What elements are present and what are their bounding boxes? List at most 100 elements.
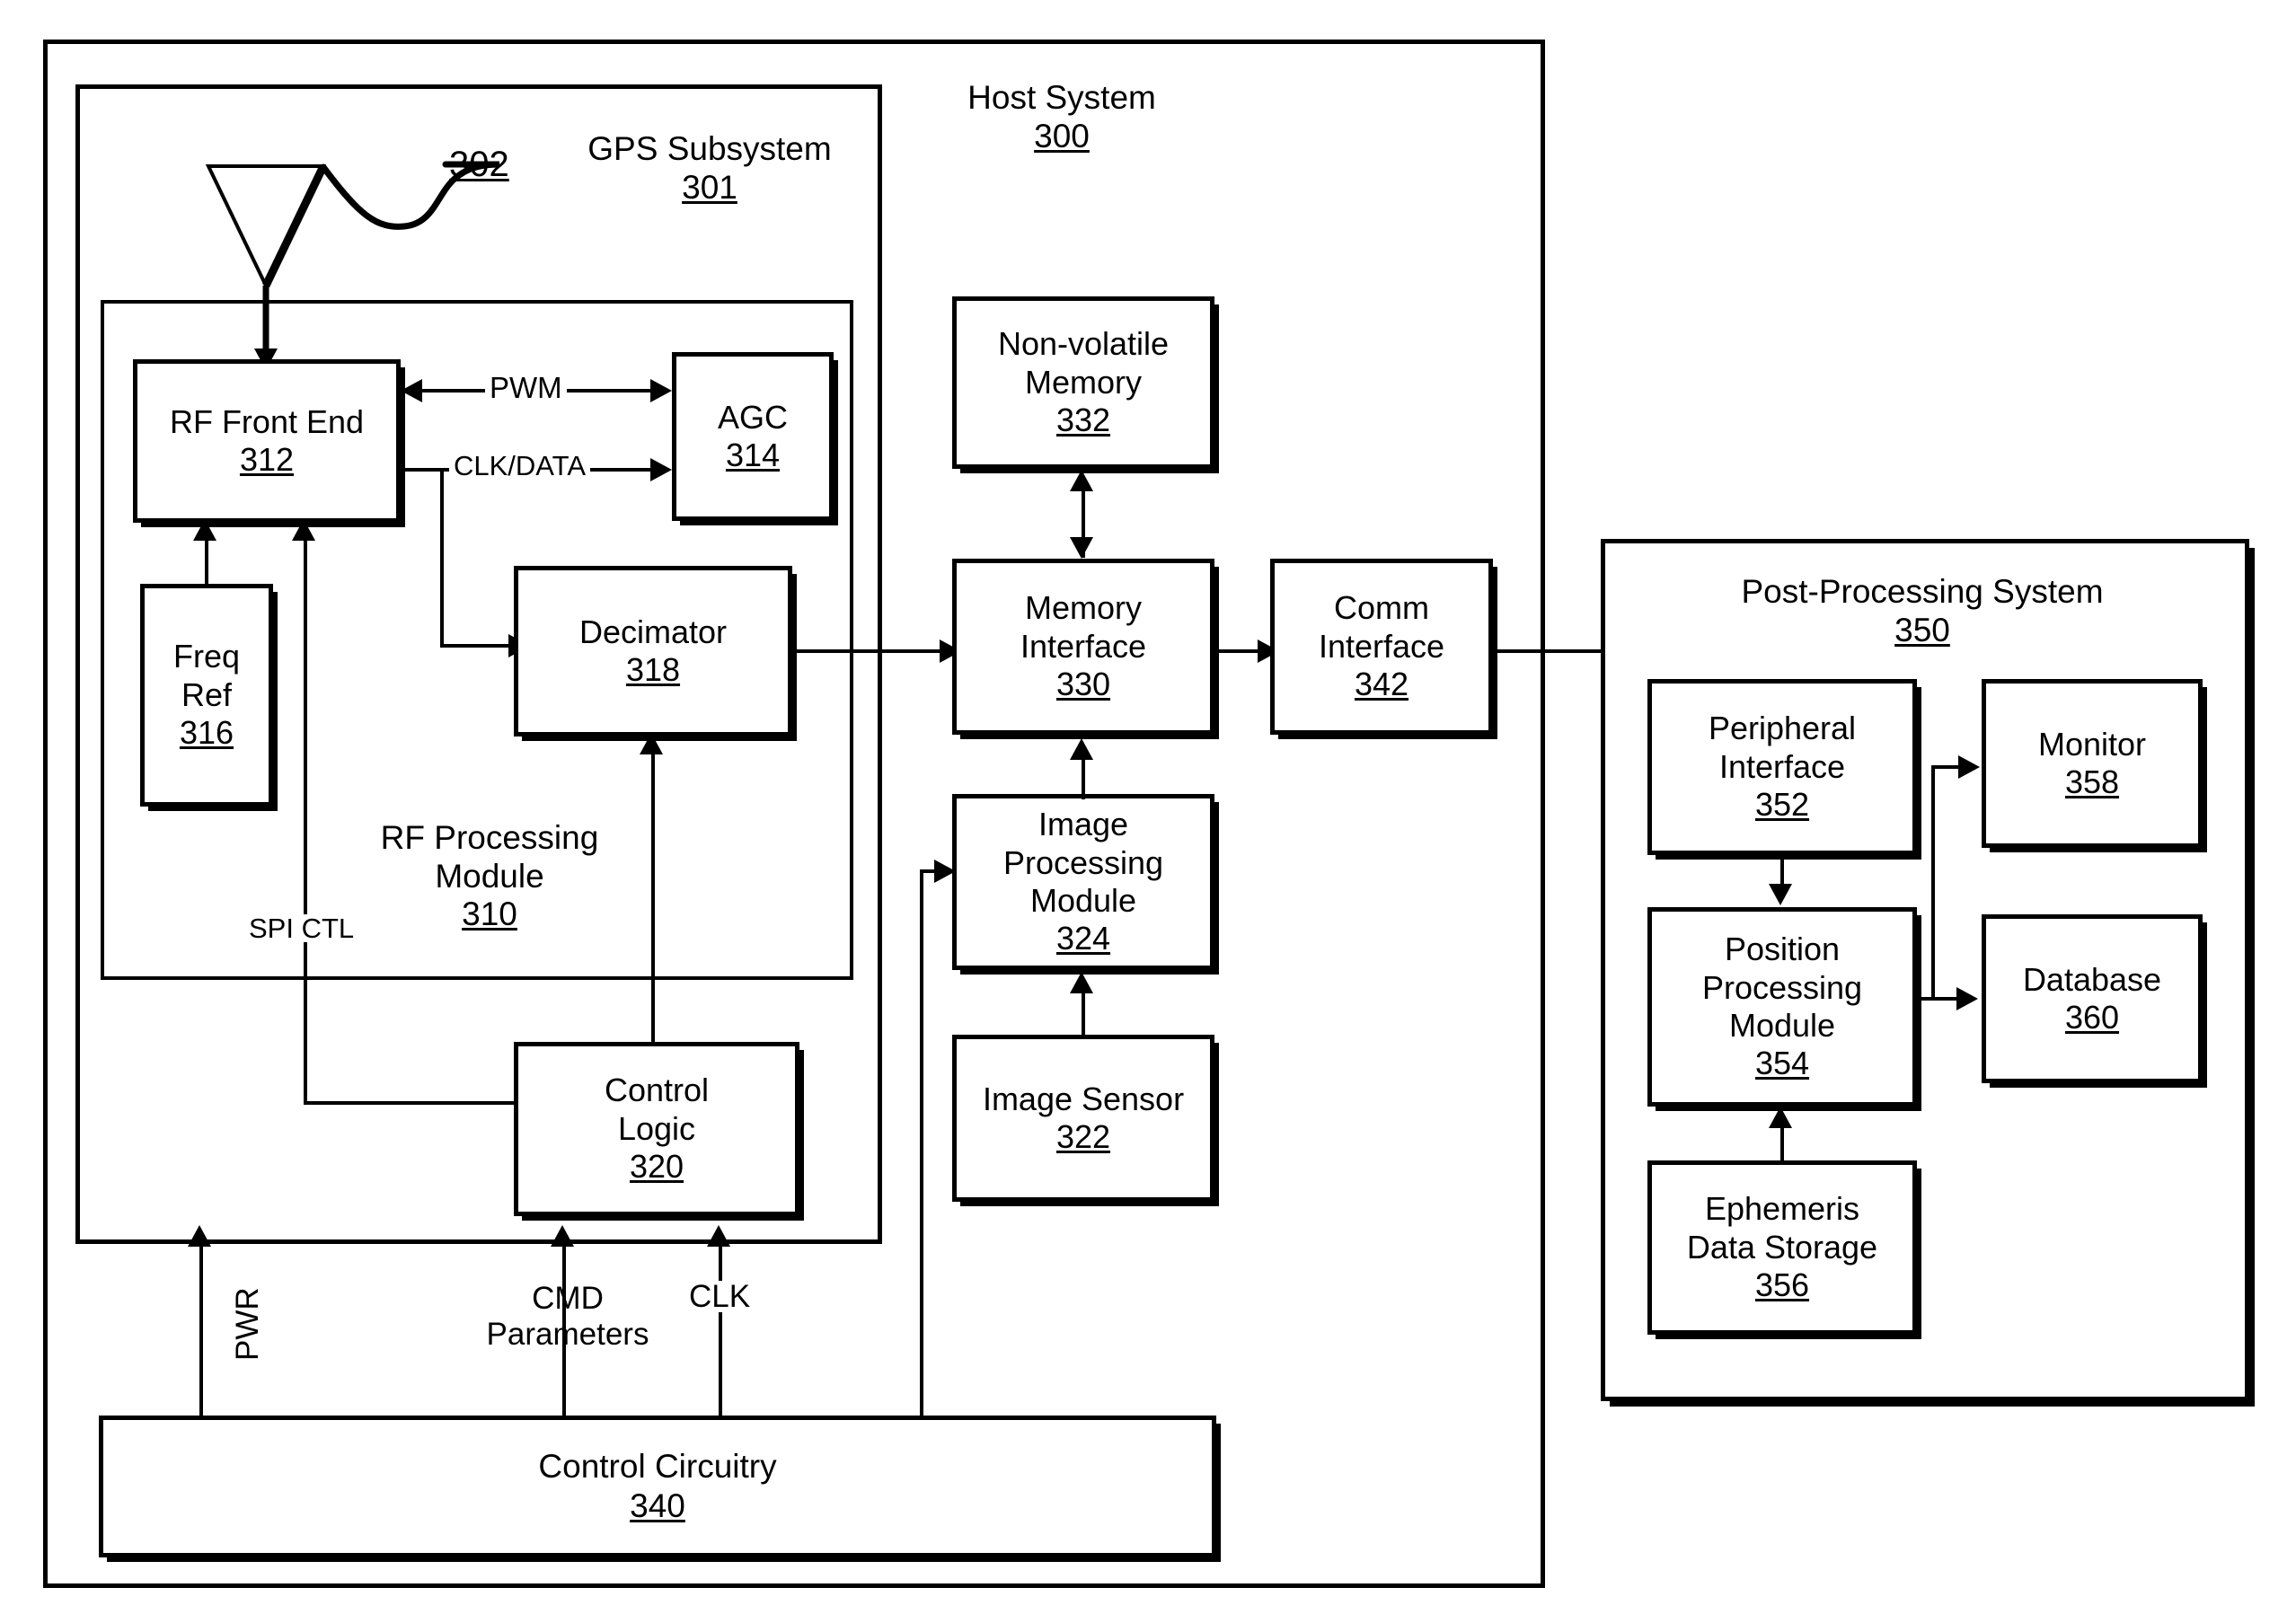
database-label: Database bbox=[2022, 960, 2162, 998]
cmd-label: CMD bbox=[532, 1281, 604, 1316]
agc-ref: 314 bbox=[725, 437, 781, 473]
freq-ref-label-2: Ref bbox=[181, 675, 233, 713]
freq-ref-label-1: Freq bbox=[172, 638, 241, 675]
peripheral-interface-block[interactable]: Peripheral Interface 352 bbox=[1647, 679, 1917, 855]
antenna-ref-302: 302 bbox=[449, 145, 509, 184]
control-logic-block[interactable]: Control Logic 320 bbox=[514, 1042, 799, 1216]
clkdata-to-decimator-line bbox=[440, 644, 517, 648]
pwr-arrowhead bbox=[188, 1225, 211, 1247]
ctrl-to-imgproc-arrowhead bbox=[934, 860, 956, 883]
peripheral-interface-ref: 352 bbox=[1754, 786, 1810, 824]
memory-interface-label-2: Interface bbox=[1020, 627, 1147, 665]
control-logic-ref: 320 bbox=[629, 1148, 684, 1186]
post-processing-system-label: Post-Processing System 350 bbox=[1671, 573, 2174, 649]
ephemeris-data-storage-label-2: Data Storage bbox=[1686, 1228, 1878, 1266]
nvm-memory-arrowhead-up bbox=[1070, 470, 1093, 491]
peripheral-to-position-arrowhead bbox=[1769, 884, 1792, 905]
monitor-block[interactable]: Monitor 358 bbox=[1982, 679, 2203, 848]
position-processing-module-label-3: Module bbox=[1728, 1007, 1836, 1044]
comm-interface-block[interactable]: Comm Interface 342 bbox=[1270, 559, 1493, 735]
decimator-label: Decimator bbox=[578, 613, 728, 650]
cmd-parameters-label: CMD Parameters bbox=[467, 1281, 668, 1354]
pwm-arrowhead-left bbox=[401, 379, 422, 402]
clk-line bbox=[719, 1245, 722, 1416]
ephemeris-data-storage-ref: 356 bbox=[1754, 1266, 1810, 1304]
rf-processing-module-ref: 310 bbox=[462, 895, 517, 933]
gps-subsystem-label: GPS Subsystem 301 bbox=[575, 130, 844, 207]
non-volatile-memory-label-2: Memory bbox=[1024, 363, 1142, 401]
position-processing-module-block[interactable]: Position Processing Module 354 bbox=[1647, 907, 1917, 1107]
rf-front-end-block[interactable]: RF Front End 312 bbox=[133, 359, 401, 523]
spi-ctl-to-control-logic bbox=[304, 1101, 514, 1105]
ephemeris-to-position-line bbox=[1780, 1126, 1784, 1164]
spi-ctl-riser bbox=[304, 539, 307, 1105]
memory-interface-block[interactable]: Memory Interface 330 bbox=[952, 559, 1214, 735]
ephemeris-to-position-arrowhead bbox=[1769, 1107, 1792, 1128]
image-processing-module-ref: 324 bbox=[1055, 920, 1111, 957]
imgproc-to-memory-line bbox=[1082, 758, 1085, 799]
image-processing-module-label-2: Processing bbox=[1002, 843, 1164, 881]
peripheral-interface-label-2: Interface bbox=[1718, 747, 1846, 785]
non-volatile-memory-label-1: Non-volatile bbox=[997, 325, 1170, 363]
agc-label: AGC bbox=[717, 398, 788, 436]
post-processing-system-ref: 350 bbox=[1894, 611, 1950, 648]
clk-arrowhead bbox=[707, 1225, 730, 1247]
post-processing-system-title: Post-Processing System bbox=[1741, 573, 2104, 610]
sensor-to-imgproc-arrowhead bbox=[1070, 972, 1093, 993]
decimator-block[interactable]: Decimator 318 bbox=[514, 566, 792, 737]
image-sensor-ref: 322 bbox=[1055, 1118, 1111, 1155]
database-block[interactable]: Database 360 bbox=[1982, 914, 2203, 1083]
ephemeris-data-storage-label-1: Ephemeris bbox=[1704, 1190, 1860, 1228]
sensor-to-imgproc-line bbox=[1082, 992, 1085, 1038]
controllogic-to-decimator-arrowhead bbox=[640, 733, 663, 754]
gps-subsystem-ref: 301 bbox=[682, 168, 737, 206]
clkdata-arrowhead bbox=[650, 458, 672, 481]
pwm-arrowhead-right bbox=[650, 379, 672, 402]
comm-interface-label-1: Comm bbox=[1334, 589, 1429, 627]
position-to-database-line bbox=[1917, 997, 1960, 1001]
image-processing-module-block[interactable]: Image Processing Module 324 bbox=[952, 794, 1214, 970]
spi-ctl-arrowhead bbox=[292, 519, 315, 541]
clk-data-signal-label: CLK/DATA bbox=[449, 452, 590, 480]
memory-interface-ref: 330 bbox=[1055, 666, 1111, 703]
image-sensor-block[interactable]: Image Sensor 322 bbox=[952, 1035, 1214, 1202]
non-volatile-memory-ref: 332 bbox=[1055, 401, 1111, 439]
position-to-monitor-arrowhead bbox=[1958, 755, 1980, 779]
freq-ref-block[interactable]: Freq Ref 316 bbox=[140, 584, 273, 807]
figure-canvas: Host System 300 GPS Subsystem 301 RF Pro… bbox=[0, 0, 2296, 1623]
peripheral-interface-label-1: Peripheral bbox=[1708, 710, 1857, 747]
position-processing-module-label-2: Processing bbox=[1701, 968, 1863, 1006]
image-processing-module-label-3: Module bbox=[1029, 882, 1137, 919]
comm-interface-label-2: Interface bbox=[1318, 627, 1445, 665]
control-logic-label-2: Logic bbox=[617, 1109, 696, 1147]
position-processing-module-label-1: Position bbox=[1724, 931, 1841, 968]
spi-ctl-signal-label: SPI CTL bbox=[244, 914, 359, 942]
parameters-label: Parameters bbox=[486, 1317, 649, 1353]
agc-block[interactable]: AGC 314 bbox=[672, 352, 834, 521]
clkdata-drop-line bbox=[440, 468, 444, 648]
monitor-label: Monitor bbox=[2037, 725, 2147, 763]
decimator-ref: 318 bbox=[625, 651, 681, 688]
position-to-monitor-h bbox=[1931, 765, 1962, 769]
ephemeris-data-storage-block[interactable]: Ephemeris Data Storage 356 bbox=[1647, 1160, 1917, 1335]
nvm-memory-arrowhead-down bbox=[1070, 537, 1093, 559]
freqref-to-rf-line bbox=[205, 539, 208, 587]
host-system-ref: 300 bbox=[1034, 117, 1090, 154]
freq-ref-ref: 316 bbox=[179, 714, 234, 752]
non-volatile-memory-block[interactable]: Non-volatile Memory 332 bbox=[952, 296, 1214, 469]
control-circuitry-block[interactable]: Control Circuitry 340 bbox=[99, 1416, 1216, 1557]
position-processing-module-ref: 354 bbox=[1754, 1045, 1810, 1082]
rf-front-end-label: RF Front End bbox=[169, 402, 365, 440]
host-system-label: Host System 300 bbox=[927, 79, 1197, 155]
imgproc-to-memory-arrowhead bbox=[1070, 738, 1093, 760]
image-sensor-label: Image Sensor bbox=[982, 1080, 1185, 1117]
pwr-line bbox=[199, 1245, 203, 1416]
control-circuitry-ref: 340 bbox=[630, 1487, 685, 1524]
clk-signal-label: CLK bbox=[684, 1281, 755, 1312]
monitor-ref: 358 bbox=[2064, 763, 2120, 800]
image-processing-module-label-1: Image bbox=[1038, 806, 1129, 843]
pwm-signal-label: PWM bbox=[485, 373, 567, 402]
controllogic-to-decimator-line bbox=[651, 753, 655, 1042]
control-circuitry-label: Control Circuitry bbox=[538, 1448, 777, 1486]
position-to-database-arrowhead bbox=[1956, 987, 1978, 1010]
